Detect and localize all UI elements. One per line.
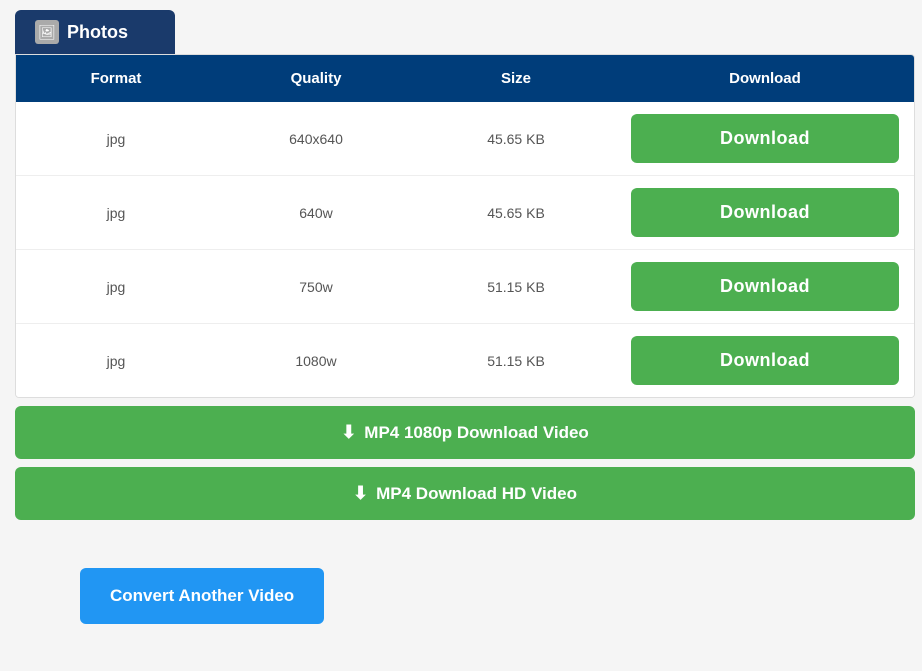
size-cell: 51.15 KB — [416, 261, 616, 313]
table-row: jpg 750w 51.15 KB Download — [16, 250, 914, 324]
download-table: Format Quality Size Download jpg 640x640… — [15, 54, 915, 398]
photos-tab[interactable]: 🖼 Photos — [15, 10, 175, 54]
video-buttons-section: ⬇ MP4 1080p Download Video ⬇ MP4 Downloa… — [15, 406, 915, 520]
download-arrow-icon: ⬇ — [341, 422, 356, 443]
size-cell: 45.65 KB — [416, 113, 616, 165]
table-header-row: Format Quality Size Download — [16, 55, 914, 102]
tab-label: Photos — [67, 22, 128, 43]
format-cell: jpg — [16, 335, 216, 387]
quality-cell: 640w — [216, 187, 416, 239]
quality-cell: 750w — [216, 261, 416, 313]
download-button-3[interactable]: Download — [631, 262, 899, 311]
download-arrow-icon-2: ⬇ — [353, 483, 368, 504]
bottom-section: Convert Another Video — [15, 528, 915, 624]
download-cell: Download — [616, 324, 914, 397]
mp4-1080p-download-button[interactable]: ⬇ MP4 1080p Download Video — [15, 406, 915, 459]
download-cell: Download — [616, 102, 914, 175]
quality-cell: 640x640 — [216, 113, 416, 165]
download-button-1[interactable]: Download — [631, 114, 899, 163]
photos-icon: 🖼 — [35, 20, 59, 44]
table-row: jpg 640w 45.65 KB Download — [16, 176, 914, 250]
mp4-hd-download-button[interactable]: ⬇ MP4 Download HD Video — [15, 467, 915, 520]
quality-header: Quality — [216, 55, 416, 102]
download-button-4[interactable]: Download — [631, 336, 899, 385]
size-cell: 51.15 KB — [416, 335, 616, 387]
download-button-2[interactable]: Download — [631, 188, 899, 237]
mp4-hd-label: MP4 Download HD Video — [376, 484, 577, 504]
convert-another-video-button[interactable]: Convert Another Video — [80, 568, 324, 624]
mp4-1080p-label: MP4 1080p Download Video — [364, 423, 589, 443]
format-cell: jpg — [16, 187, 216, 239]
download-header: Download — [616, 55, 914, 102]
table-row: jpg 640x640 45.65 KB Download — [16, 102, 914, 176]
format-header: Format — [16, 55, 216, 102]
size-header: Size — [416, 55, 616, 102]
table-row: jpg 1080w 51.15 KB Download — [16, 324, 914, 397]
download-cell: Download — [616, 250, 914, 323]
quality-cell: 1080w — [216, 335, 416, 387]
download-cell: Download — [616, 176, 914, 249]
size-cell: 45.65 KB — [416, 187, 616, 239]
format-cell: jpg — [16, 261, 216, 313]
main-container: 🖼 Photos Format Quality Size Download jp… — [15, 10, 915, 528]
format-cell: jpg — [16, 113, 216, 165]
